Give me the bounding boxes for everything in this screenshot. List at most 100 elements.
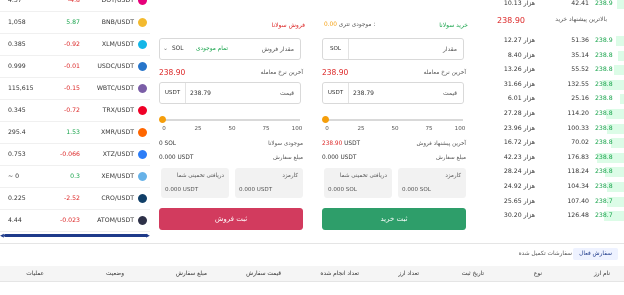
order-book-row[interactable]: 12.27 هزار 51.36 238.9 (481, 35, 624, 47)
book-qty: 10.13 هزار (495, 0, 535, 7)
book-amount: 55.52 (571, 66, 589, 74)
column-header: تعداد ارز (398, 271, 419, 277)
book-price: 238.8 (595, 95, 613, 103)
buy-price-field[interactable]: USDT 238.79 قیمت (322, 82, 464, 104)
market-row[interactable]: ~ 0 0.3 XEM/USDT (0, 166, 150, 188)
market-row[interactable]: 4.37 -4.8 DOT/USDT (0, 0, 150, 12)
book-qty: 13.26 هزار (495, 66, 535, 73)
book-amount: 176.83 (567, 153, 589, 161)
order-book-row[interactable]: 27.28 هزار 114.20 238.8 (481, 108, 624, 120)
sell-amount-field[interactable]: مقدار فروش تمام موجودی SOL ⌄ (159, 38, 301, 60)
market-row[interactable]: 0.225 -2.52 CRO/USDT (0, 188, 150, 210)
market-row[interactable]: 295.4 1.53 XMR/USDT (0, 122, 150, 144)
coin-icon (138, 172, 147, 181)
sell-percent-slider[interactable] (162, 119, 300, 121)
book-price: 238.8 (595, 66, 613, 74)
market-scrollbar[interactable] (4, 234, 148, 237)
market-row[interactable]: 0.753 -0.066 XTZ/USDT (0, 144, 150, 166)
order-book-row[interactable]: 8.40 هزار 35.14 238.8 (481, 50, 624, 62)
order-book-row[interactable]: 16.72 هزار 70.02 238.8 (481, 137, 624, 149)
book-qty: 6.01 هزار (495, 95, 535, 102)
column-header: وضعیت (106, 271, 124, 277)
order-book-row[interactable]: 28.24 هزار 118.24 238.8 (481, 166, 624, 178)
buy-fee-value: 0.000 SOL (402, 187, 431, 193)
sell-price-label: قیمت (279, 90, 294, 97)
book-price: 238.7 (595, 212, 613, 220)
book-amount: 25.16 (571, 95, 589, 103)
column-header: تاریخ ثبت (461, 271, 484, 277)
order-book-row[interactable]: 42.23 هزار 176.83 238.8 (481, 152, 624, 164)
order-book-row[interactable]: 23.96 هزار 100.33 238.8 (481, 123, 624, 135)
buy-slider-ticks: 0 25 50 75 100 (322, 126, 468, 134)
book-qty-unit: هزار (523, 80, 535, 88)
submit-buy-button[interactable]: ثبت خرید (322, 208, 466, 230)
buy-amount-unit: SOL (323, 39, 349, 59)
tab-active-orders[interactable]: سفارش فعال (573, 248, 618, 260)
order-book-row[interactable]: 10.13 هزار 42.41 238.9 (481, 0, 624, 10)
submit-sell-button[interactable]: ثبت فروش (159, 208, 303, 230)
market-row[interactable]: 0.999 -0.01 USDC/USDT (0, 56, 150, 78)
market-row[interactable]: 4.44 -0.023 ATOM/USDT (0, 210, 150, 232)
market-row[interactable]: 1,058 5.87 BNB/USDT (0, 12, 150, 34)
buy-inventory-value: 0.00 (324, 22, 337, 28)
buy-tick: 50 (391, 126, 399, 132)
book-qty-value: 6.01 (507, 95, 522, 103)
market-price: 4.37 (8, 0, 22, 4)
market-row[interactable]: 0.345 -0.72 TRX/USDT (0, 100, 150, 122)
book-qty: 24.92 هزار (495, 183, 535, 190)
chevron-down-icon[interactable]: ⌄ (163, 45, 168, 52)
buy-slider-handle[interactable] (322, 116, 329, 123)
market-row[interactable]: 0.385 -0.92 XLM/USDT (0, 34, 150, 56)
sell-fee-label: کارمزد (282, 173, 298, 179)
sell-slider-handle[interactable] (159, 116, 166, 123)
coin-icon (138, 216, 147, 225)
book-qty-unit: هزار (523, 66, 535, 74)
book-qty-value: 30.20 (503, 212, 522, 220)
sell-price-field[interactable]: USDT 238.79 قیمت (159, 82, 301, 104)
buy-fee-label: کارمزد (445, 173, 461, 179)
book-qty-unit: هزار (523, 153, 535, 161)
depth-bar (620, 94, 624, 105)
buy-best-offer-label: آخرین پیشنهاد فروش (416, 141, 466, 147)
tab-completed-orders[interactable]: سفارشات تکمیل شده (519, 251, 572, 257)
scroll-right-arrow-icon[interactable]: ▶ (146, 233, 150, 239)
sell-last-price-label: آخرین نرخ معامله (260, 70, 303, 76)
order-book-row[interactable]: 25.65 هزار 107.40 238.7 (481, 196, 624, 208)
buy-last-price-label: آخرین نرخ معامله (423, 70, 466, 76)
market-list: 4.37 -4.8 DOT/USDT 1,058 5.87 BNB/USDT 0.385 -0… (0, 0, 150, 238)
book-price: 238.8 (595, 153, 613, 161)
sell-balance-link[interactable]: تمام موجودی (196, 46, 228, 52)
order-book-row[interactable]: 13.26 هزار 55.52 238.8 (481, 64, 624, 76)
book-qty: 8.40 هزار (495, 52, 535, 59)
book-price: 238.7 (595, 197, 613, 205)
book-qty-unit: هزار (523, 183, 535, 190)
market-pair: TRX/USDT (102, 107, 134, 114)
sell-amount-unit[interactable]: SOL (172, 46, 183, 52)
sell-order-amount-label: مبلغ سفارش (272, 155, 303, 161)
buy-last-price: 238.90 (322, 68, 349, 77)
book-qty-value: 31.66 (503, 80, 522, 88)
buy-price-value[interactable]: 238.79 (353, 90, 374, 97)
coin-icon (138, 18, 147, 27)
sell-receive-value: 0.000 USDT (165, 187, 199, 193)
book-amount: 51.36 (571, 37, 589, 44)
market-price: 0.385 (8, 41, 26, 48)
book-qty-value: 24.92 (503, 183, 522, 190)
order-book-row[interactable]: 24.92 هزار 104.34 238.8 (481, 181, 624, 193)
order-book-row[interactable]: 31.66 هزار 132.55 238.8 (481, 79, 624, 91)
book-price: 238.8 (595, 139, 613, 147)
buy-percent-slider[interactable] (325, 119, 463, 121)
market-price: 0.753 (8, 151, 26, 158)
sell-price-value[interactable]: 238.79 (190, 90, 211, 97)
buy-amount-field[interactable]: SOL مقدار (322, 38, 464, 60)
order-book-row[interactable]: 30.20 هزار 126.48 238.7 (481, 210, 624, 222)
market-row[interactable]: 115,615 -0.15 WBTC/USDT (0, 78, 150, 100)
book-qty-value: 28.24 (503, 168, 522, 176)
order-book-row[interactable]: 6.01 هزار 25.16 238.8 (481, 93, 624, 105)
market-price: 295.4 (8, 129, 26, 136)
buy-order-amount-value: 0.000 USDT (322, 155, 357, 161)
sell-balance-info-label: موجودی سولانا (268, 141, 303, 147)
market-pair: USDC/USDT (97, 63, 134, 70)
sell-order-amount-value: 0.000 USDT (159, 155, 194, 161)
book-qty-unit: هزار (523, 197, 535, 205)
